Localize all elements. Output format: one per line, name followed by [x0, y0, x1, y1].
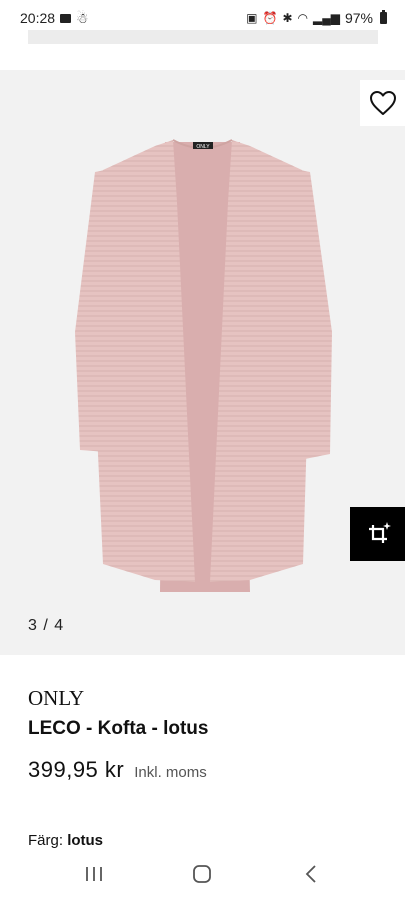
previous-section-strip: [28, 30, 378, 44]
wifi-icon: ◠: [297, 11, 308, 25]
color-value: lotus: [67, 832, 104, 849]
color-selector-label: Färg: lotus: [28, 832, 103, 849]
status-left: 20:28 ☃: [20, 10, 89, 27]
status-right: ▣ ⏰ ✱ ◠ ▂▄▆ 97%: [246, 10, 387, 26]
folder-icon: [60, 13, 72, 23]
recent-apps-icon: [86, 867, 103, 881]
garment-label: ONLY: [196, 144, 210, 150]
product-image: ONLY: [75, 139, 332, 592]
battery-icon: [380, 10, 387, 24]
battery-saver-icon: ▣: [246, 11, 258, 25]
home-button[interactable]: [182, 854, 222, 894]
product-image-gallery[interactable]: ONLY 3 / 4: [0, 70, 405, 655]
vat-note: Inkl. moms: [134, 764, 207, 781]
product-info: ONLY LECO - Kofta - lotus 399,95 kr Inkl…: [28, 686, 388, 783]
back-icon: [305, 865, 316, 883]
wishlist-button[interactable]: [360, 80, 405, 126]
price-row: 399,95 kr Inkl. moms: [28, 757, 388, 783]
heart-icon: [369, 91, 396, 115]
battery-percent: 97%: [344, 10, 373, 26]
product-title: LECO - Kofta - lotus: [28, 718, 209, 739]
status-time: 20:28: [20, 10, 56, 26]
back-button[interactable]: [291, 854, 331, 894]
system-nav-bar: [0, 848, 405, 900]
bluetooth-icon: ✱: [282, 11, 293, 25]
recent-apps-button[interactable]: [74, 854, 114, 894]
product-price: 399,95 kr: [28, 757, 125, 782]
home-icon: [193, 865, 212, 883]
android-icon: ☃: [76, 9, 89, 26]
find-similar-button[interactable]: [350, 507, 405, 561]
color-label: Färg:: [28, 832, 64, 849]
crop-sparkle-icon: [368, 522, 391, 543]
brand-name[interactable]: ONLY: [28, 686, 388, 710]
alarm-icon: ⏰: [262, 11, 278, 25]
signal-icon: ▂▄▆: [313, 11, 340, 25]
image-counter: 3 / 4: [28, 617, 65, 634]
